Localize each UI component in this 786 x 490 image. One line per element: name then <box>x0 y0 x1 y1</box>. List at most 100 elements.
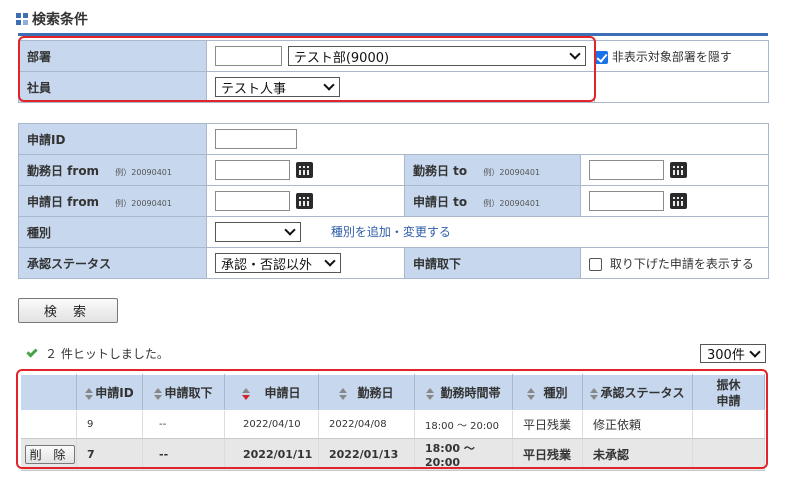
apply-from-label: 申請日 from <box>27 194 100 209</box>
header-withdraw[interactable]: 申請取下 <box>142 374 225 411</box>
header-comp-leave: 振休 申請 <box>692 374 765 411</box>
row-action-cell: 削 除 <box>20 438 77 471</box>
type-edit-link[interactable]: 種別を追加・変更する <box>331 225 451 239</box>
work-to-input[interactable] <box>589 160 664 180</box>
dept-select[interactable]: テスト部(9000) <box>287 46 586 66</box>
per-page-select[interactable]: 300件 <box>700 344 766 363</box>
apply-from-example: 例）20090401 <box>115 198 172 208</box>
results-table: 申請ID 申請取下 申請日 勤務日 勤務時間帯 種別 承認ステータス 振休 申請… <box>20 374 765 471</box>
header-apply-date[interactable]: 申請日 <box>224 374 319 411</box>
per-page-value: 300件 <box>707 348 745 363</box>
work-to-cell <box>579 154 770 186</box>
emp-select[interactable]: テスト人事 <box>215 77 340 97</box>
cell-apply-id: 9 <box>76 410 143 439</box>
sort-icon <box>154 387 163 400</box>
apply-to-cell <box>579 185 770 217</box>
status-cell: 承認・否認以外 <box>206 247 405 279</box>
table-row[interactable]: 9 -- 2022/04/10 2022/04/08 18:00 ～ 20:00… <box>20 410 765 439</box>
sort-icon <box>527 387 536 400</box>
hide-dept-checkbox[interactable] <box>595 50 608 64</box>
calendar-icon[interactable] <box>670 162 687 178</box>
table-row[interactable]: 削 除 7 -- 2022/01/11 2022/01/13 18:00 ～ 2… <box>20 438 765 471</box>
apply-to-input[interactable] <box>589 191 664 211</box>
hit-count: ２ 件ヒットしました。 <box>26 345 169 362</box>
cell-apply-date: 2022/04/10 <box>224 410 319 439</box>
calendar-icon[interactable] <box>296 162 313 178</box>
header-time[interactable]: 勤務時間帯 <box>414 374 513 411</box>
work-from-input[interactable] <box>215 160 290 180</box>
dept-cell: テスト部(9000) <box>206 40 595 72</box>
section-title: 検索条件 <box>16 9 88 29</box>
sort-icon <box>339 387 348 400</box>
apply-from-label-cell: 申請日 from 例）20090401 <box>18 185 207 217</box>
cell-withdraw: -- <box>142 410 225 439</box>
search-button[interactable]: 検 索 <box>18 298 118 323</box>
grid-icon <box>16 13 28 25</box>
work-to-label: 勤務日 to <box>413 163 468 178</box>
work-to-label-cell: 勤務日 to 例）20090401 <box>404 154 581 186</box>
hide-cell: 非表示対象部署を隠す <box>594 40 769 72</box>
cell-comp-leave <box>692 410 765 439</box>
header-apply-id[interactable]: 申請ID <box>76 374 143 411</box>
apply-from-cell <box>206 185 405 217</box>
apply-id-input[interactable] <box>215 129 297 149</box>
apply-id-label: 申請ID <box>18 123 207 155</box>
cell-time: 18:00 ～ 20:00 <box>414 438 513 471</box>
type-cell: 種別を追加・変更する <box>205 216 770 248</box>
empty-cell <box>594 71 769 103</box>
emp-cell: テスト人事 <box>206 71 595 103</box>
dept-select-value: テスト部(9000) <box>293 50 390 66</box>
apply-id-cell <box>205 123 770 155</box>
cell-type: 平日残業 <box>512 410 583 439</box>
chevron-down-icon <box>324 255 336 267</box>
dept-code-input[interactable] <box>215 46 282 66</box>
work-from-example: 例）20090401 <box>115 167 172 177</box>
apply-to-label-cell: 申請日 to 例）20090401 <box>404 185 581 217</box>
dept-table: 部署 テスト部(9000) 非表示対象部署を隠す 社員 テスト人事 <box>18 40 769 103</box>
sort-icon <box>590 387 599 400</box>
chevron-down-icon <box>749 345 761 358</box>
cell-apply-date: 2022/01/11 <box>224 438 319 471</box>
calendar-icon[interactable] <box>296 193 313 209</box>
emp-select-value: テスト人事 <box>221 81 287 97</box>
work-from-label-cell: 勤務日 from 例）20090401 <box>18 154 207 186</box>
chevron-down-icon <box>323 79 335 91</box>
title-underline <box>18 33 768 36</box>
header-work-date[interactable]: 勤務日 <box>318 374 415 411</box>
check-icon <box>26 345 38 358</box>
apply-to-label: 申請日 to <box>413 194 468 209</box>
cell-withdraw: -- <box>142 438 225 471</box>
work-to-example: 例）20090401 <box>483 167 541 177</box>
cell-apply-id: 7 <box>76 438 143 471</box>
hit-count-text: ２ 件ヒットしました。 <box>45 347 169 361</box>
withdraw-checkbox[interactable] <box>589 257 602 271</box>
cell-type: 平日残業 <box>512 438 583 471</box>
header-type[interactable]: 種別 <box>512 374 583 411</box>
chevron-down-icon <box>284 224 296 236</box>
section-title-text: 検索条件 <box>32 12 88 28</box>
header-blank <box>20 374 77 411</box>
work-from-cell <box>206 154 405 186</box>
hide-dept-label: 非表示対象部署を隠す <box>611 49 732 64</box>
withdraw-cell: 取り下げた申請を表示する <box>579 247 770 279</box>
status-select[interactable]: 承認・否認以外 <box>215 253 341 273</box>
cell-status: 修正依頼 <box>582 410 693 439</box>
type-label: 種別 <box>18 216 207 248</box>
sort-icon <box>426 387 435 400</box>
header-status[interactable]: 承認ステータス <box>582 374 693 411</box>
withdraw-label: 申請取下 <box>404 247 581 279</box>
status-select-value: 承認・否認以外 <box>221 257 313 273</box>
calendar-icon[interactable] <box>670 193 687 209</box>
apply-from-input[interactable] <box>215 191 290 211</box>
cell-work-date: 2022/01/13 <box>318 438 415 471</box>
cell-work-date: 2022/04/08 <box>318 410 415 439</box>
criteria-table: 申請ID 勤務日 from 例）20090401 勤務日 to 例）200904… <box>18 123 770 279</box>
delete-button[interactable]: 削 除 <box>24 445 75 464</box>
status-label: 承認ステータス <box>18 247 207 279</box>
chevron-down-icon <box>569 48 581 60</box>
dept-label: 部署 <box>18 40 207 72</box>
cell-comp-leave <box>692 438 765 471</box>
cell-time: 18:00 ～ 20:00 <box>414 410 513 439</box>
type-select[interactable] <box>215 222 301 242</box>
emp-label: 社員 <box>18 71 207 103</box>
